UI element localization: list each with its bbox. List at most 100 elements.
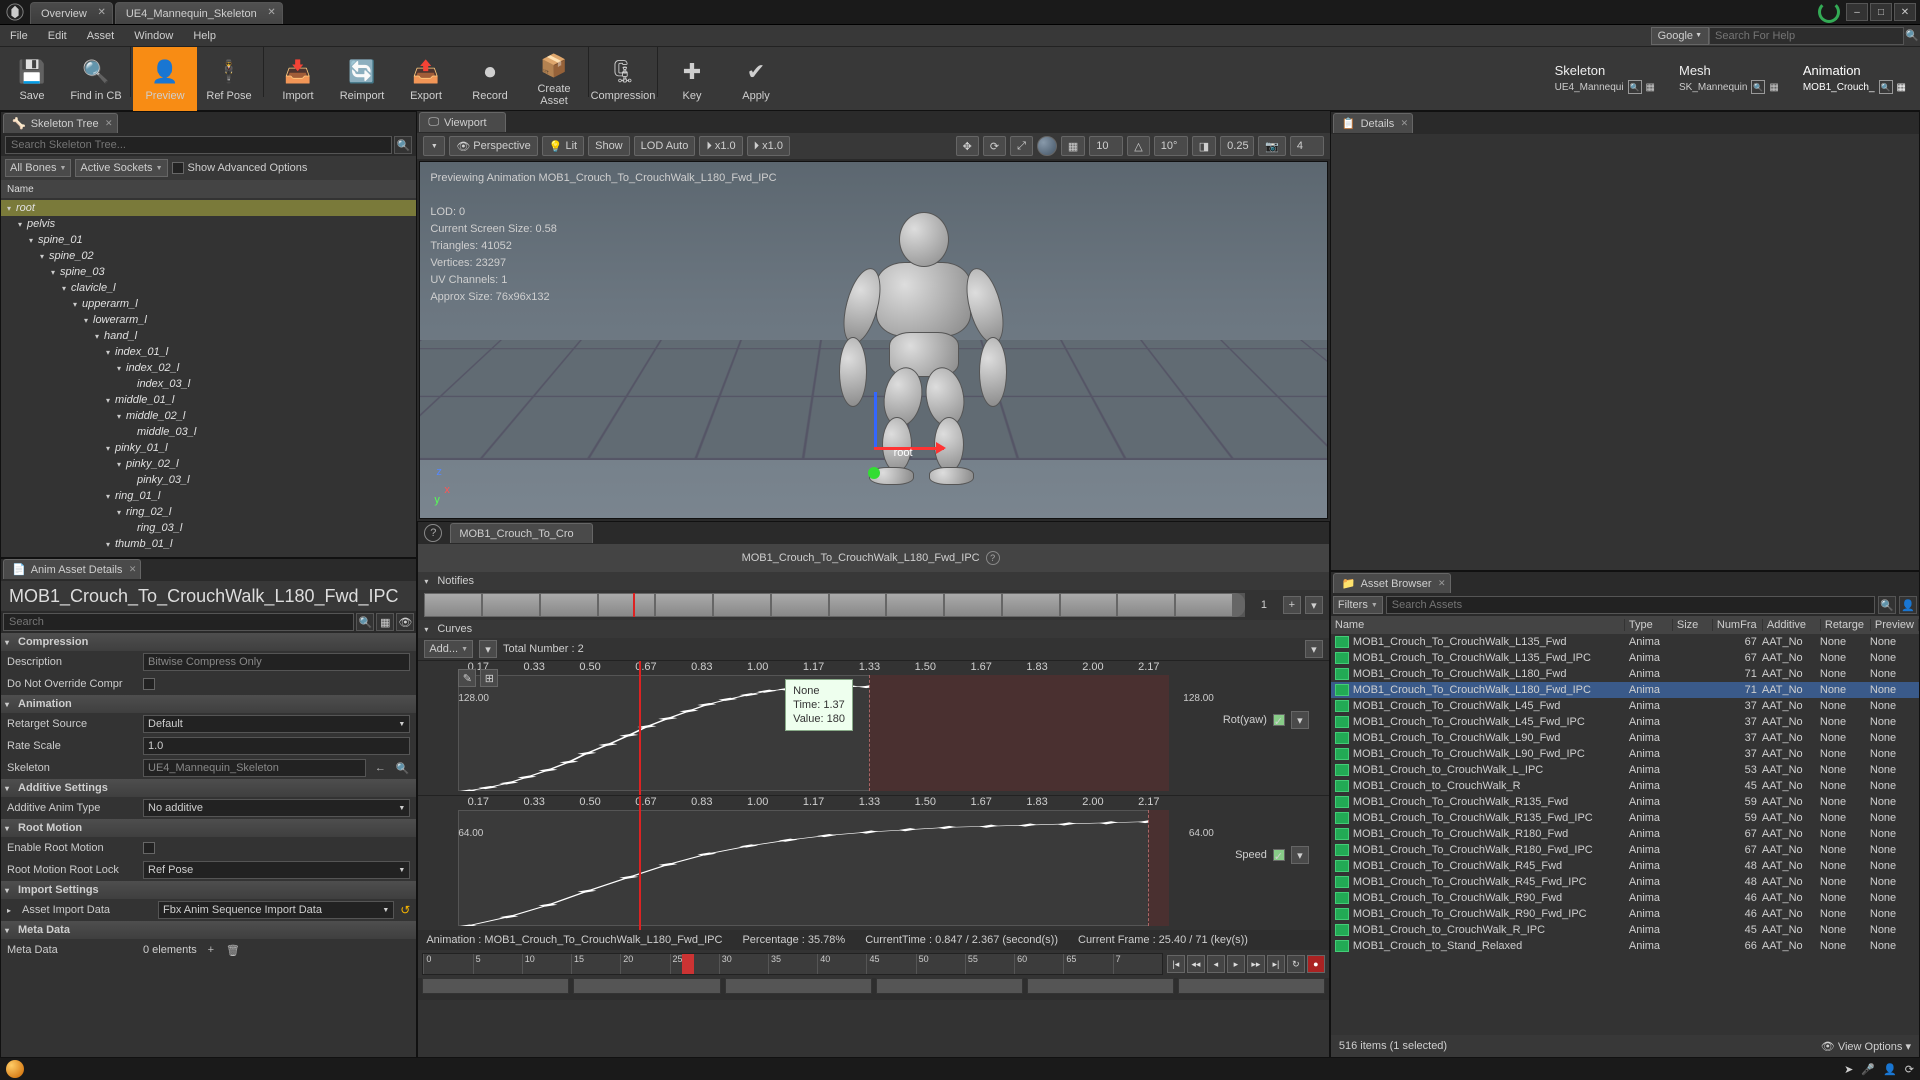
close-icon[interactable]: ✕ — [267, 7, 275, 18]
import-button[interactable]: 📥Import — [266, 47, 330, 111]
filters-button[interactable]: Filters — [1333, 596, 1383, 614]
goto-end-button[interactable]: ▸| — [1267, 955, 1285, 973]
asset-column-headers[interactable]: Name Type Size NumFra Additive Retarge P… — [1331, 616, 1919, 634]
find-icon[interactable]: 🔍 — [394, 760, 410, 776]
asset-row[interactable]: MOB1_Crouch_To_CrouchWalk_R180_FwdAnima6… — [1331, 826, 1919, 842]
bone-row[interactable]: ▾root — [1, 200, 416, 216]
bone-row[interactable]: ▾clavicle_l — [1, 280, 416, 296]
asset-row[interactable]: MOB1_Crouch_To_CrouchWalk_L90_FwdAnima37… — [1331, 730, 1919, 746]
curve-track[interactable]: 0.170.330.500.670.831.001.171.331.501.67… — [418, 795, 1329, 930]
menu-edit[interactable]: Edit — [38, 25, 77, 46]
asset-row[interactable]: MOB1_Crouch_To_CrouchWalk_R45_Fwd_IPCAni… — [1331, 874, 1919, 890]
menu-file[interactable]: File — [0, 25, 38, 46]
asset-row[interactable]: MOB1_Crouch_To_CrouchWalk_L45_FwdAnima37… — [1331, 698, 1919, 714]
speed-x1b-button[interactable]: ⏵ x1.0 — [747, 136, 790, 156]
camera-speed-value[interactable]: 4 — [1290, 136, 1324, 156]
search-icon[interactable]: 🔍 — [1879, 80, 1893, 94]
asset-row[interactable]: MOB1_Crouch_To_CrouchWalk_R135_Fwd_IPCAn… — [1331, 810, 1919, 826]
bone-row[interactable]: ▾middle_02_l — [1, 408, 416, 424]
asset-row[interactable]: MOB1_Crouch_To_CrouchWalk_L45_Fwd_IPCAni… — [1331, 714, 1919, 730]
curve-key-icon[interactable]: ⊞ — [480, 669, 498, 687]
step-back-button[interactable]: ◂◂ — [1187, 955, 1205, 973]
reset-icon[interactable]: ↺ — [400, 903, 410, 917]
close-button[interactable]: ✕ — [1894, 3, 1916, 21]
asset-row[interactable]: MOB1_Crouch_To_CrouchWalk_L90_Fwd_IPCAni… — [1331, 746, 1919, 762]
section-header[interactable]: ▾Import Settings — [1, 881, 416, 899]
ref-pose-button[interactable]: 🕴Ref Pose — [197, 47, 261, 111]
close-icon[interactable]: ✕ — [129, 564, 137, 575]
bone-row[interactable]: ▾spine_01 — [1, 232, 416, 248]
add-notify-button[interactable]: + — [1283, 596, 1301, 614]
asset-row[interactable]: MOB1_Crouch_to_CrouchWalk_R_IPCAnima45AA… — [1331, 922, 1919, 938]
help-search-icon[interactable]: 🔍 — [1904, 28, 1920, 44]
section-header[interactable]: ▾Compression — [1, 633, 416, 651]
show-button[interactable]: Show — [588, 136, 630, 156]
asset-row[interactable]: MOB1_Crouch_To_CrouchWalk_L135_Fwd_IPCAn… — [1331, 650, 1919, 666]
bone-row[interactable]: ▾thumb_01_l — [1, 536, 416, 552]
asset-row[interactable]: MOB1_Crouch_To_CrouchWalk_L135_FwdAnima6… — [1331, 634, 1919, 650]
help-search-input[interactable] — [1709, 27, 1904, 45]
section-header[interactable]: ▾Root Motion — [1, 819, 416, 837]
lit-button[interactable]: 💡 Lit — [542, 136, 584, 156]
snap-angle-button[interactable]: △ — [1127, 136, 1149, 156]
save-button[interactable]: 💾Save — [0, 47, 64, 111]
bone-row[interactable]: middle_03_l — [1, 424, 416, 440]
bone-row[interactable]: ▾pinky_02_l — [1, 456, 416, 472]
eye-icon[interactable]: 👁 — [396, 613, 414, 631]
clear-icon[interactable]: 🗑 — [225, 942, 241, 958]
bone-row[interactable]: ▾middle_01_l — [1, 392, 416, 408]
person-icon[interactable]: 👤 — [1883, 1063, 1897, 1076]
cursor-icon[interactable]: ➤ — [1844, 1063, 1853, 1076]
menu-asset[interactable]: Asset — [77, 25, 125, 46]
maximize-button[interactable]: □ — [1870, 3, 1892, 21]
perspective-button[interactable]: 👁 Perspective — [449, 136, 537, 156]
view-options-button[interactable]: 👁 View Options ▾ — [1821, 1040, 1911, 1053]
viewport-3d[interactable]: root Previewing Animation MOB1_Crouch_To… — [419, 161, 1328, 519]
breadcrumb-skeleton[interactable]: SkeletonUE4_Mannequi 🔍 ▦ — [1537, 47, 1669, 111]
ue-logo-icon[interactable] — [0, 0, 30, 25]
breadcrumb-mesh[interactable]: MeshSK_Mannequin 🔍 ▦ — [1661, 47, 1793, 111]
browse-icon[interactable]: ← — [372, 760, 388, 776]
notify-menu-button[interactable]: ▾ — [1305, 596, 1323, 614]
info-icon[interactable]: ? — [424, 524, 442, 542]
curve-options-button[interactable]: ▾ — [479, 640, 497, 658]
bones-filter-dropdown[interactable]: All Bones — [5, 159, 71, 177]
asset-row[interactable]: MOB1_Crouch_To_CrouchWalk_R135_FwdAnima5… — [1331, 794, 1919, 810]
notify-track[interactable] — [424, 593, 1245, 617]
play-reverse-button[interactable]: ◂ — [1207, 955, 1225, 973]
asset-row[interactable]: MOB1_Crouch_To_CrouchWalk_R45_FwdAnima48… — [1331, 858, 1919, 874]
snap-scale-button[interactable]: ◨ — [1192, 136, 1216, 156]
bone-row[interactable]: ▾upperarm_l — [1, 296, 416, 312]
bone-row[interactable]: index_03_l — [1, 376, 416, 392]
speed-x1a-button[interactable]: ⏵ x1.0 — [699, 136, 742, 156]
asset-ref[interactable]: UE4_Mannequin_Skeleton — [143, 759, 366, 777]
refresh-icon[interactable]: ⟳ — [1905, 1063, 1914, 1076]
asset-row[interactable]: MOB1_Crouch_to_CrouchWalk_L_IPCAnima53AA… — [1331, 762, 1919, 778]
snap-grid-button[interactable]: ▦ — [1061, 136, 1085, 156]
loop-button[interactable]: ↻ — [1287, 955, 1305, 973]
bone-row[interactable]: ▾ring_02_l — [1, 504, 416, 520]
export-button[interactable]: 📤Export — [394, 47, 458, 111]
viewport-tab[interactable]: 🖵Viewport — [419, 112, 505, 132]
bone-row[interactable]: pinky_03_l — [1, 472, 416, 488]
reimport-button[interactable]: 🔄Reimport — [330, 47, 394, 111]
search-icon[interactable]: 🔍 — [1751, 80, 1765, 94]
curve-enable-checkbox[interactable]: ✓ — [1273, 849, 1285, 861]
asset-row[interactable]: MOB1_Crouch_To_CrouchWalk_L180_Fwd_IPCAn… — [1331, 682, 1919, 698]
matrix-icon[interactable]: ▦ — [376, 613, 394, 631]
add-icon[interactable]: + — [203, 942, 219, 958]
user-icon[interactable]: 👤 — [1899, 596, 1917, 614]
google-search-button[interactable]: Google▼ — [1651, 27, 1709, 45]
create-asset-button[interactable]: 📦Create Asset — [522, 47, 586, 111]
bone-row[interactable]: ▾ring_01_l — [1, 488, 416, 504]
step-forward-button[interactable]: ▸▸ — [1247, 955, 1265, 973]
timeline-scrubber[interactable]: 051015202530354045505560657 — [422, 953, 1163, 975]
close-icon[interactable]: ✕ — [97, 7, 105, 18]
asset-row[interactable]: MOB1_Crouch_To_CrouchWalk_L180_FwdAnima7… — [1331, 666, 1919, 682]
asset-row[interactable]: MOB1_Crouch_To_CrouchWalk_R90_FwdAnima46… — [1331, 890, 1919, 906]
asset-search-input[interactable] — [1386, 596, 1875, 614]
show-advanced-checkbox[interactable] — [172, 162, 184, 174]
lod-button[interactable]: LOD Auto — [634, 136, 696, 156]
expand-icon[interactable]: ▸ — [7, 906, 16, 915]
key-button[interactable]: ✚Key — [660, 47, 724, 111]
